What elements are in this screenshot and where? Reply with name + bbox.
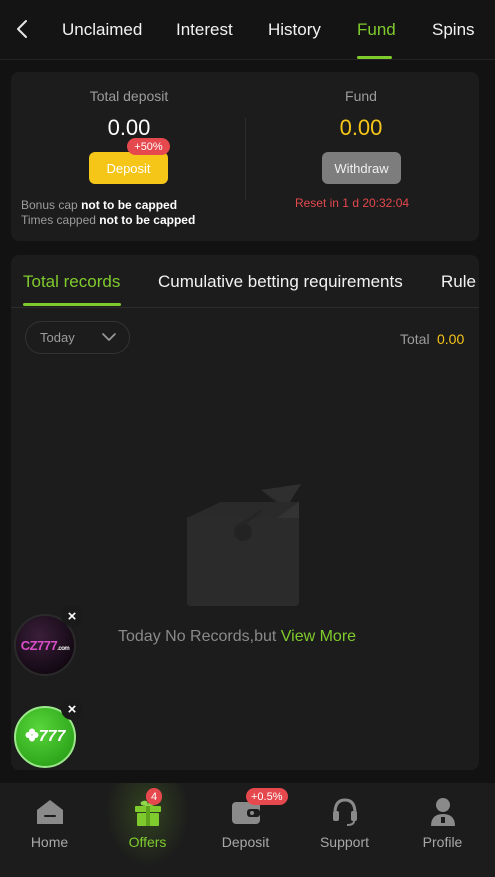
- offers-count-badge: 4: [146, 788, 163, 805]
- home-icon: [36, 800, 63, 824]
- times-capped-value: not to be capped: [99, 213, 196, 227]
- active-tab-indicator: [357, 56, 392, 59]
- top-tab-bar: Unclaimed Interest History Fund Spins: [0, 0, 495, 60]
- nav-deposit[interactable]: Deposit +0.5%: [196, 783, 295, 877]
- nav-home[interactable]: Home: [0, 783, 99, 877]
- tab-cumulative-betting[interactable]: Cumulative betting requirements: [158, 272, 403, 292]
- nav-profile[interactable]: Profile: [393, 783, 492, 877]
- withdraw-button[interactable]: Withdraw: [322, 152, 401, 184]
- headset-icon: [332, 798, 357, 826]
- tab-fund[interactable]: Fund: [357, 20, 396, 40]
- nav-support[interactable]: Support: [295, 783, 394, 877]
- back-button[interactable]: [8, 14, 36, 44]
- bonus-cap-label: Bonus cap: [21, 198, 78, 212]
- times-capped-label: Times capped: [21, 213, 96, 227]
- green-777-logo: 777: [25, 728, 65, 746]
- nav-offers-label: Offers: [128, 834, 167, 850]
- deposit-button[interactable]: Deposit: [89, 152, 168, 184]
- nav-deposit-label: Deposit: [221, 834, 270, 850]
- tab-spins[interactable]: Spins: [432, 20, 475, 40]
- nav-support-label: Support: [319, 834, 370, 850]
- fund-summary-card: Total deposit 0.00 Deposit +50% Fund 0.0…: [11, 72, 479, 241]
- cz777-logo: CZ777.com: [20, 637, 70, 653]
- fund-value: 0.00: [339, 115, 383, 140]
- fund-label: Fund: [345, 88, 377, 104]
- empty-state-text: Today No Records,but: [118, 628, 277, 645]
- nav-profile-label: Profile: [422, 834, 463, 850]
- reset-countdown: Reset in 1 d 20:32:04: [294, 196, 410, 210]
- total-deposit-label: Total deposit: [89, 88, 169, 104]
- times-capped-row: Times capped not to be capped: [21, 213, 195, 227]
- user-icon: [430, 798, 455, 826]
- close-green-bubble-button[interactable]: ×: [61, 698, 83, 720]
- column-divider: [245, 118, 246, 200]
- empty-box-icon: [187, 484, 301, 606]
- date-filter-value: Today: [40, 330, 75, 345]
- records-tab-indicator: [23, 303, 121, 306]
- close-cz777-bubble-button[interactable]: ×: [61, 605, 83, 627]
- nav-home-label: Home: [30, 834, 69, 850]
- bonus-cap-row: Bonus cap not to be capped: [21, 198, 177, 212]
- deposit-bonus-badge: +50%: [127, 138, 170, 155]
- tab-total-records[interactable]: Total records: [23, 272, 120, 292]
- tab-rule[interactable]: Rule: [441, 272, 476, 292]
- deposit-bonus-nav-badge: +0.5%: [246, 788, 288, 805]
- records-panel: Total records Cumulative betting require…: [11, 255, 479, 770]
- chevron-left-icon: [17, 20, 27, 38]
- total-label: Total: [400, 331, 430, 347]
- nav-offers[interactable]: Offers 4: [98, 783, 197, 877]
- empty-state-message: Today No Records,but View More: [118, 628, 356, 646]
- bonus-cap-value: not to be capped: [81, 198, 178, 212]
- clover-icon: [25, 728, 39, 742]
- tab-history[interactable]: History: [268, 20, 321, 40]
- total-value: 0.00: [437, 331, 465, 347]
- chevron-down-icon: [102, 333, 116, 341]
- date-filter-select[interactable]: Today: [25, 321, 130, 354]
- total-deposit-value: 0.00: [107, 115, 151, 140]
- tab-interest[interactable]: Interest: [176, 20, 233, 40]
- view-more-link[interactable]: View More: [281, 628, 356, 645]
- records-divider: [11, 307, 479, 308]
- bottom-navigation: Home Offers 4 Deposit +0.5% Support Prof…: [0, 783, 495, 877]
- tab-unclaimed[interactable]: Unclaimed: [62, 20, 142, 40]
